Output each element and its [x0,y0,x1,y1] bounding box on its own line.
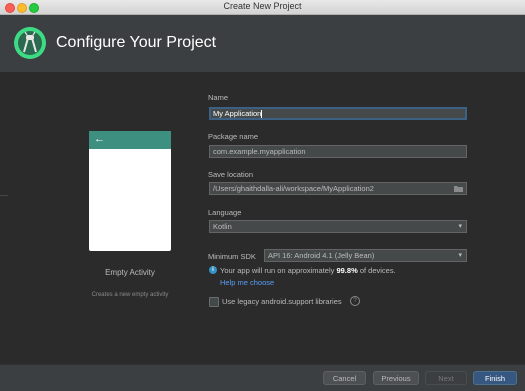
android-studio-logo-icon [14,27,46,59]
folder-icon[interactable] [454,185,463,192]
template-app-bar: ← [89,131,171,149]
divider [0,195,8,196]
name-input[interactable]: My Application [209,107,467,120]
save-location-value: /Users/ghaithdalla-ali/workspace/MyAppli… [213,184,374,193]
help-me-choose-link[interactable]: Help me choose [220,278,274,287]
template-name: Empty Activity [105,268,155,277]
window-titlebar: Create New Project [0,0,525,15]
previous-button[interactable]: Previous [373,371,419,385]
cancel-button[interactable]: Cancel [323,371,366,385]
template-description: Creates a new empty activity [91,292,169,298]
minimum-sdk-value: API 16: Android 4.1 (Jelly Bean) [268,251,375,260]
name-label: Name [208,93,229,102]
chevron-down-icon: ▾ [458,252,462,259]
language-value: Kotlin [213,222,232,231]
save-location-label: Save location [208,170,254,179]
coverage-prefix: Your app will run on approximately [220,266,337,275]
text-caret [261,110,263,118]
package-name-input[interactable]: com.example.myapplication [209,145,467,158]
name-input-value: My Application [213,109,262,118]
save-location-input[interactable]: /Users/ghaithdalla-ali/workspace/MyAppli… [209,182,467,195]
template-preview: ← [89,131,171,251]
help-question-icon[interactable]: ? [350,296,360,306]
chevron-down-icon: ▾ [458,223,462,230]
coverage-suffix: of devices. [357,266,396,275]
coverage-percent: 99.8% [336,266,358,275]
legacy-support-checkbox[interactable] [209,297,219,307]
finish-button[interactable]: Finish [473,371,517,385]
minimum-sdk-label: Minimum SDK [208,252,256,261]
dialog-header: Configure Your Project [0,15,525,72]
language-label: Language [208,208,242,217]
next-button[interactable]: Next [425,371,467,385]
legacy-support-label[interactable]: Use legacy android.support libraries [222,297,342,306]
dialog-footer: Cancel Previous Next Finish [0,364,525,391]
package-name-label: Package name [208,132,259,141]
page-title: Configure Your Project [56,34,217,51]
language-select[interactable]: Kotlin ▾ [209,220,467,233]
back-arrow-icon: ← [94,133,105,145]
minimum-sdk-select[interactable]: API 16: Android 4.1 (Jelly Bean) ▾ [264,249,467,262]
window-title: Create New Project [223,1,302,11]
device-coverage-text: Your app will run on approximately 99.8%… [220,266,396,275]
info-icon: i [209,266,217,274]
